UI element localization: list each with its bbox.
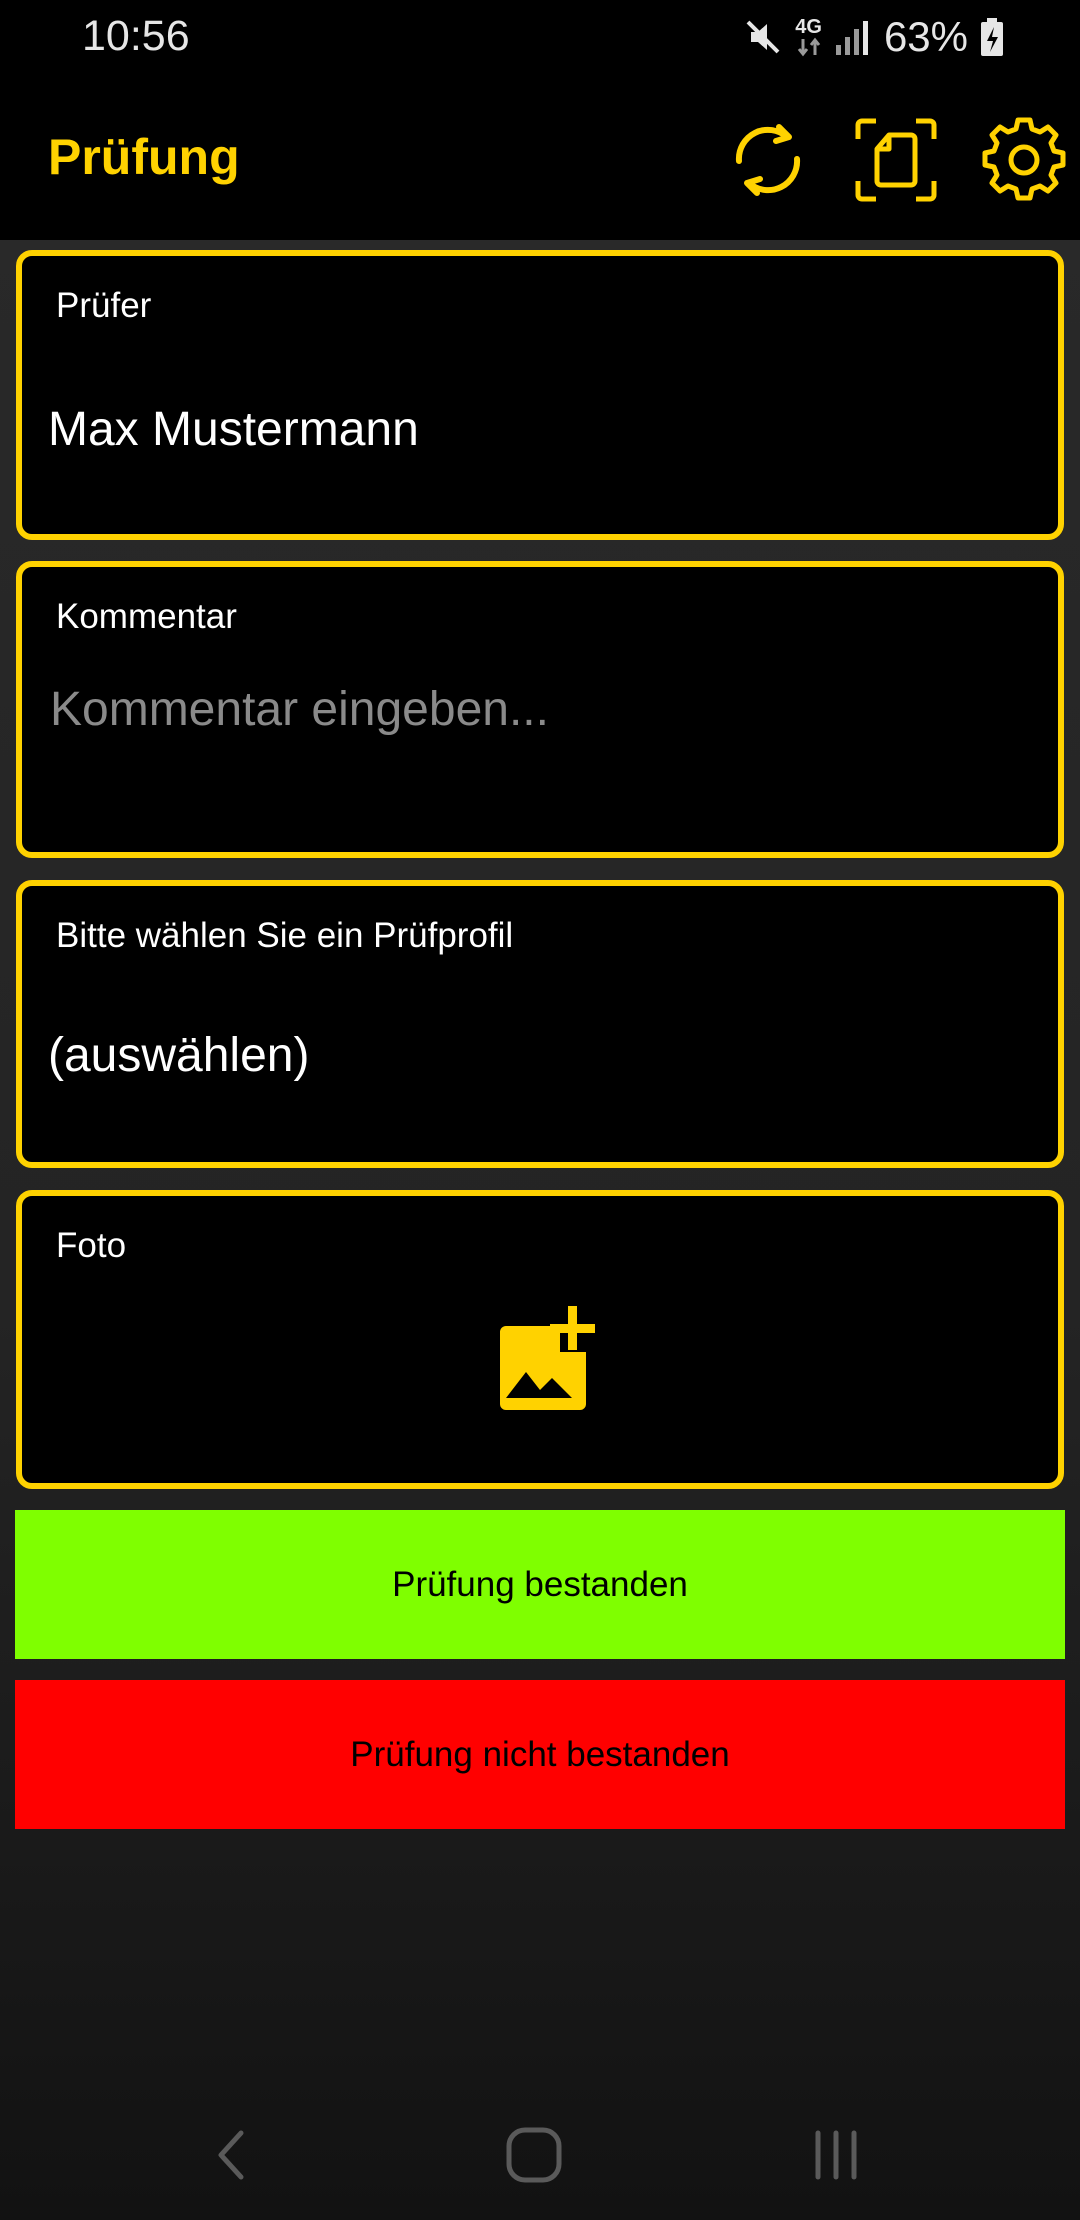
comment-label: Kommentar — [56, 597, 237, 636]
back-button[interactable] — [192, 2120, 272, 2190]
app-bar: Prüfung — [0, 74, 1080, 240]
profile-label: Bitte wählen Sie ein Prüfprofil — [56, 916, 514, 955]
page-title: Prüfung — [48, 129, 240, 185]
fail-button[interactable]: Prüfung nicht bestanden — [15, 1680, 1065, 1829]
document-scan-icon — [855, 118, 937, 202]
navigation-bar — [0, 2080, 1080, 2220]
profile-select[interactable]: (auswählen) — [48, 1028, 309, 1083]
back-icon — [218, 2130, 244, 2180]
photo-card: Foto — [16, 1190, 1064, 1489]
status-icons: 4G 63% — [743, 10, 1004, 64]
examiner-value[interactable]: Max Mustermann — [48, 402, 419, 457]
status-time: 10:56 — [82, 12, 190, 60]
add-photo-button[interactable] — [488, 1300, 608, 1420]
status-bar: 10:56 4G 63% — [0, 0, 1080, 74]
examiner-card[interactable]: Prüfer Max Mustermann — [16, 250, 1064, 540]
photo-label: Foto — [56, 1226, 127, 1265]
network-type-text: 4G — [795, 16, 822, 38]
settings-gear-icon — [982, 117, 1066, 201]
recent-apps-button[interactable] — [796, 2120, 876, 2190]
pass-button[interactable]: Prüfung bestanden — [15, 1510, 1065, 1659]
network-4g-icon: 4G — [795, 17, 822, 57]
signal-icon — [834, 17, 872, 57]
examiner-label: Prüfer — [56, 286, 152, 325]
add-photo-icon — [500, 1306, 595, 1410]
battery-charging-icon — [980, 17, 1004, 57]
comment-card[interactable]: Kommentar — [16, 561, 1064, 858]
profile-card[interactable]: Bitte wählen Sie ein Prüfprofil (auswähl… — [16, 880, 1064, 1168]
sync-button[interactable] — [722, 114, 814, 206]
settings-button[interactable] — [978, 114, 1070, 206]
recent-apps-icon — [815, 2130, 857, 2180]
home-icon — [506, 2127, 562, 2183]
mute-icon — [743, 17, 783, 57]
document-scan-button[interactable] — [850, 114, 942, 206]
sync-icon — [735, 124, 801, 196]
battery-percent: 63% — [883, 13, 968, 60]
comment-input[interactable] — [50, 669, 1030, 749]
home-button[interactable] — [494, 2120, 574, 2190]
